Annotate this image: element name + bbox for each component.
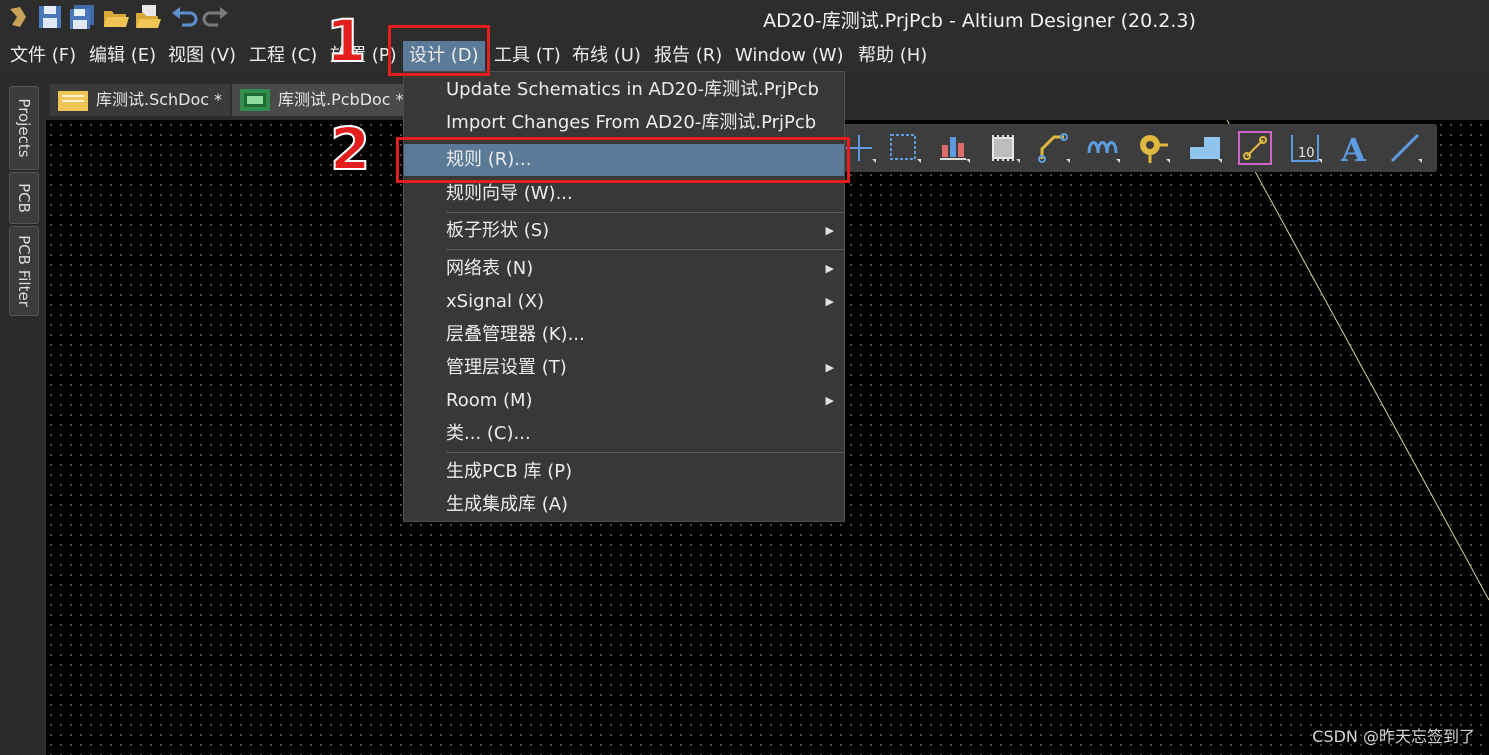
watermark: CSDN @昨天忘签到了 (1312, 727, 1475, 746)
svg-text:10: 10 (1298, 146, 1315, 161)
select-rect-icon[interactable] (887, 131, 921, 165)
title-bar: AD20-库测试.PrjPcb - Altium Designer (20.2.… (0, 0, 1489, 36)
menu-item-layer-stack-manager[interactable]: 层叠管理器 (K)... (404, 319, 844, 351)
tab-label: 库测试.PcbDoc * (278, 90, 404, 109)
menu-route[interactable]: 布线 (U) (572, 44, 641, 68)
window-title: AD20-库测试.PrjPcb - Altium Designer (20.2.… (763, 10, 1196, 32)
submenu-arrow-icon: ▶ (825, 262, 834, 275)
panel-tab-pcb-filter[interactable]: PCB Filter (9, 226, 39, 316)
panel-tab-projects[interactable]: Projects (9, 86, 39, 170)
text-icon[interactable]: A (1338, 131, 1372, 169)
tab-label: 库测试.SchDoc * (96, 90, 223, 109)
line-icon[interactable] (1388, 131, 1422, 165)
submenu-arrow-icon: ▶ (825, 394, 834, 407)
menu-separator (446, 212, 844, 213)
menu-item-make-pcb-library[interactable]: 生成PCB 库 (P) (404, 456, 844, 488)
menu-tools[interactable]: 工具 (T) (494, 44, 561, 68)
menu-project[interactable]: 工程 (C) (249, 44, 317, 68)
polygon-icon[interactable] (1188, 131, 1222, 165)
diff-pair-icon[interactable] (1086, 131, 1120, 165)
annotation-step-1: 1 (325, 7, 367, 75)
menu-edit[interactable]: 编辑 (E) (89, 44, 156, 68)
annotation-box-rules (396, 137, 850, 183)
submenu-arrow-icon: ▶ (825, 224, 834, 237)
schematic-doc-icon (58, 89, 88, 111)
active-bar-toolbar: 10 A (840, 124, 1437, 172)
menu-item-classes[interactable]: 类... (C)... (404, 418, 844, 450)
menu-item-import-changes[interactable]: Import Changes From AD20-库测试.PrjPcb (404, 107, 844, 139)
panel-tab-pcb[interactable]: PCB (9, 172, 39, 224)
svg-text:A: A (1340, 131, 1367, 165)
interactive-route-icon[interactable] (1238, 131, 1272, 165)
annotation-box-design-menu (388, 25, 490, 76)
component-icon[interactable] (986, 131, 1020, 165)
pcb-doc-icon (240, 89, 270, 111)
menu-view[interactable]: 视图 (V) (168, 44, 236, 68)
dimension-icon[interactable]: 10 (1288, 131, 1322, 165)
menu-item-update-schematics[interactable]: Update Schematics in AD20-库测试.PrjPcb (404, 74, 844, 106)
menu-reports[interactable]: 报告 (R) (654, 44, 722, 68)
menu-item-board-shape[interactable]: 板子形状 (S) ▶ (404, 215, 844, 247)
menu-help[interactable]: 帮助 (H) (858, 44, 927, 68)
menu-window[interactable]: Window (W) (735, 44, 844, 68)
tab-pcbdoc[interactable]: 库测试.PcbDoc * (232, 84, 407, 116)
route-icon[interactable] (1036, 131, 1070, 165)
menu-bar: 文件 (F) 编辑 (E) 视图 (V) 工程 (C) 放置 (P) 设计 (D… (0, 36, 1489, 74)
menu-item-manage-layer-sets[interactable]: 管理层设置 (T) ▶ (404, 352, 844, 384)
side-panel-tabs: Projects PCB PCB Filter (0, 76, 44, 755)
menu-item-room[interactable]: Room (M) ▶ (404, 385, 844, 417)
menu-item-make-integrated-library[interactable]: 生成集成库 (A) (404, 489, 844, 521)
annotation-step-2: 2 (329, 115, 371, 183)
menu-file[interactable]: 文件 (F) (10, 44, 76, 68)
submenu-arrow-icon: ▶ (825, 295, 834, 308)
menu-item-netlist[interactable]: 网络表 (N) ▶ (404, 253, 844, 285)
menu-separator (446, 452, 844, 453)
via-icon[interactable] (1136, 131, 1170, 165)
submenu-arrow-icon: ▶ (825, 361, 834, 374)
tab-schdoc[interactable]: 库测试.SchDoc * (50, 84, 230, 116)
menu-item-xsignal[interactable]: xSignal (X) ▶ (404, 286, 844, 318)
align-icon[interactable] (936, 131, 970, 165)
menu-separator (446, 249, 844, 250)
